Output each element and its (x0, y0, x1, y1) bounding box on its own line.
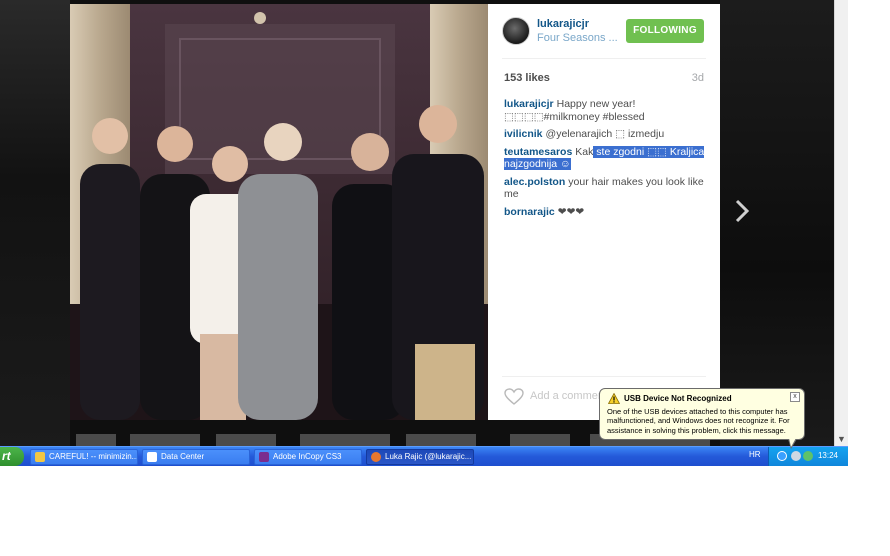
thumbnail (300, 434, 390, 446)
incopy-icon (259, 452, 269, 462)
comment-username[interactable]: lukarajicjr (504, 98, 554, 110)
comment-text: ❤❤❤ (557, 205, 585, 218)
clock[interactable]: 13:24 (818, 451, 838, 460)
thumbnail (216, 434, 276, 446)
comment-item: alec.polston your hair makes you look lik… (504, 176, 710, 201)
comment-item: lukarajicjr Happy new year!⬚⬚⬚⬚#milkmoney… (504, 98, 710, 123)
desktop-screen: ▼ lukarajicjr Four Seasons ... FOLLOWING… (0, 0, 890, 556)
comment-text: @yelenarajich ⬚ izmedju (545, 128, 665, 140)
avatar[interactable] (502, 17, 530, 45)
taskbar-item[interactable]: Data Center (142, 449, 250, 465)
balloon-title: USB Device Not Recognized (624, 394, 732, 403)
chevron-right-icon[interactable] (732, 198, 752, 224)
divider (502, 58, 706, 59)
language-indicator[interactable]: HR (749, 450, 761, 459)
comment-item: bornarajic ❤❤❤ (504, 206, 710, 219)
comment-username[interactable]: ivilicnik (504, 128, 543, 140)
taskbar-item[interactable]: Adobe InCopy CS3 (254, 449, 362, 465)
security-icon[interactable] (803, 451, 813, 461)
taskbar-item-label: Data Center (161, 452, 205, 461)
taskbar-item[interactable]: Luka Rajic (@lukarajic... (366, 449, 474, 465)
window-icon (147, 452, 157, 462)
comment-item: ivilicnik @yelenarajich ⬚ izmedju (504, 128, 710, 141)
backdrop-left-strip (0, 0, 70, 446)
heart-icon[interactable] (504, 388, 524, 406)
balloon-message[interactable]: One of the USB devices attached to this … (607, 407, 801, 435)
group-photo-illustration (70, 4, 488, 420)
comment-username[interactable]: bornarajic (504, 206, 555, 218)
taskbar-item[interactable]: CAREFUL! -- minimizin... (30, 449, 138, 465)
start-button[interactable]: rt (0, 447, 24, 466)
usb-icon[interactable] (791, 451, 801, 461)
system-tray: 13:24 (768, 447, 848, 466)
taskbar-item-label: Adobe InCopy CS3 (273, 452, 342, 461)
post-username[interactable]: lukarajicjr (537, 18, 589, 30)
taskbar-item-label: Luka Rajic (@lukarajic... (385, 452, 472, 461)
thumbnail (510, 434, 570, 446)
network-icon[interactable] (777, 451, 787, 461)
thumbnail (76, 434, 116, 446)
thumbnail (406, 434, 476, 446)
scroll-down-arrow-icon[interactable]: ▼ (837, 434, 846, 444)
close-icon[interactable]: x (790, 392, 800, 402)
likes-count[interactable]: 153 likes (504, 72, 550, 84)
vertical-scrollbar[interactable]: ▼ (834, 0, 848, 446)
warning-icon (608, 393, 620, 404)
comment-username[interactable]: teutamesaros (504, 146, 572, 158)
comment-item: teutamesaros Kak ste zgodni ⬚⬚ Kraljica n… (504, 145, 710, 171)
post-location[interactable]: Four Seasons ... (537, 32, 617, 44)
following-button[interactable]: FOLLOWING (626, 19, 704, 43)
post-photo[interactable] (70, 4, 488, 420)
usb-notification-balloon[interactable]: USB Device Not Recognized x One of the U… (599, 388, 805, 440)
firefox-icon (371, 452, 381, 462)
divider (502, 376, 706, 377)
taskbar: rt CAREFUL! -- minimizin... Data Center … (0, 446, 848, 466)
taskbar-item-label: CAREFUL! -- minimizin... (49, 452, 138, 461)
post-age: 3d (691, 72, 704, 84)
lock-icon (35, 452, 45, 462)
thumbnail (130, 434, 200, 446)
balloon-tail-fill (789, 438, 796, 447)
post-details-panel: lukarajicjr Four Seasons ... FOLLOWING 1… (488, 4, 720, 420)
comments-list: lukarajicjr Happy new year!⬚⬚⬚⬚#milkmoney… (504, 98, 710, 223)
comment-username[interactable]: alec.polston (504, 176, 565, 188)
comment-text: Kak (575, 145, 594, 158)
